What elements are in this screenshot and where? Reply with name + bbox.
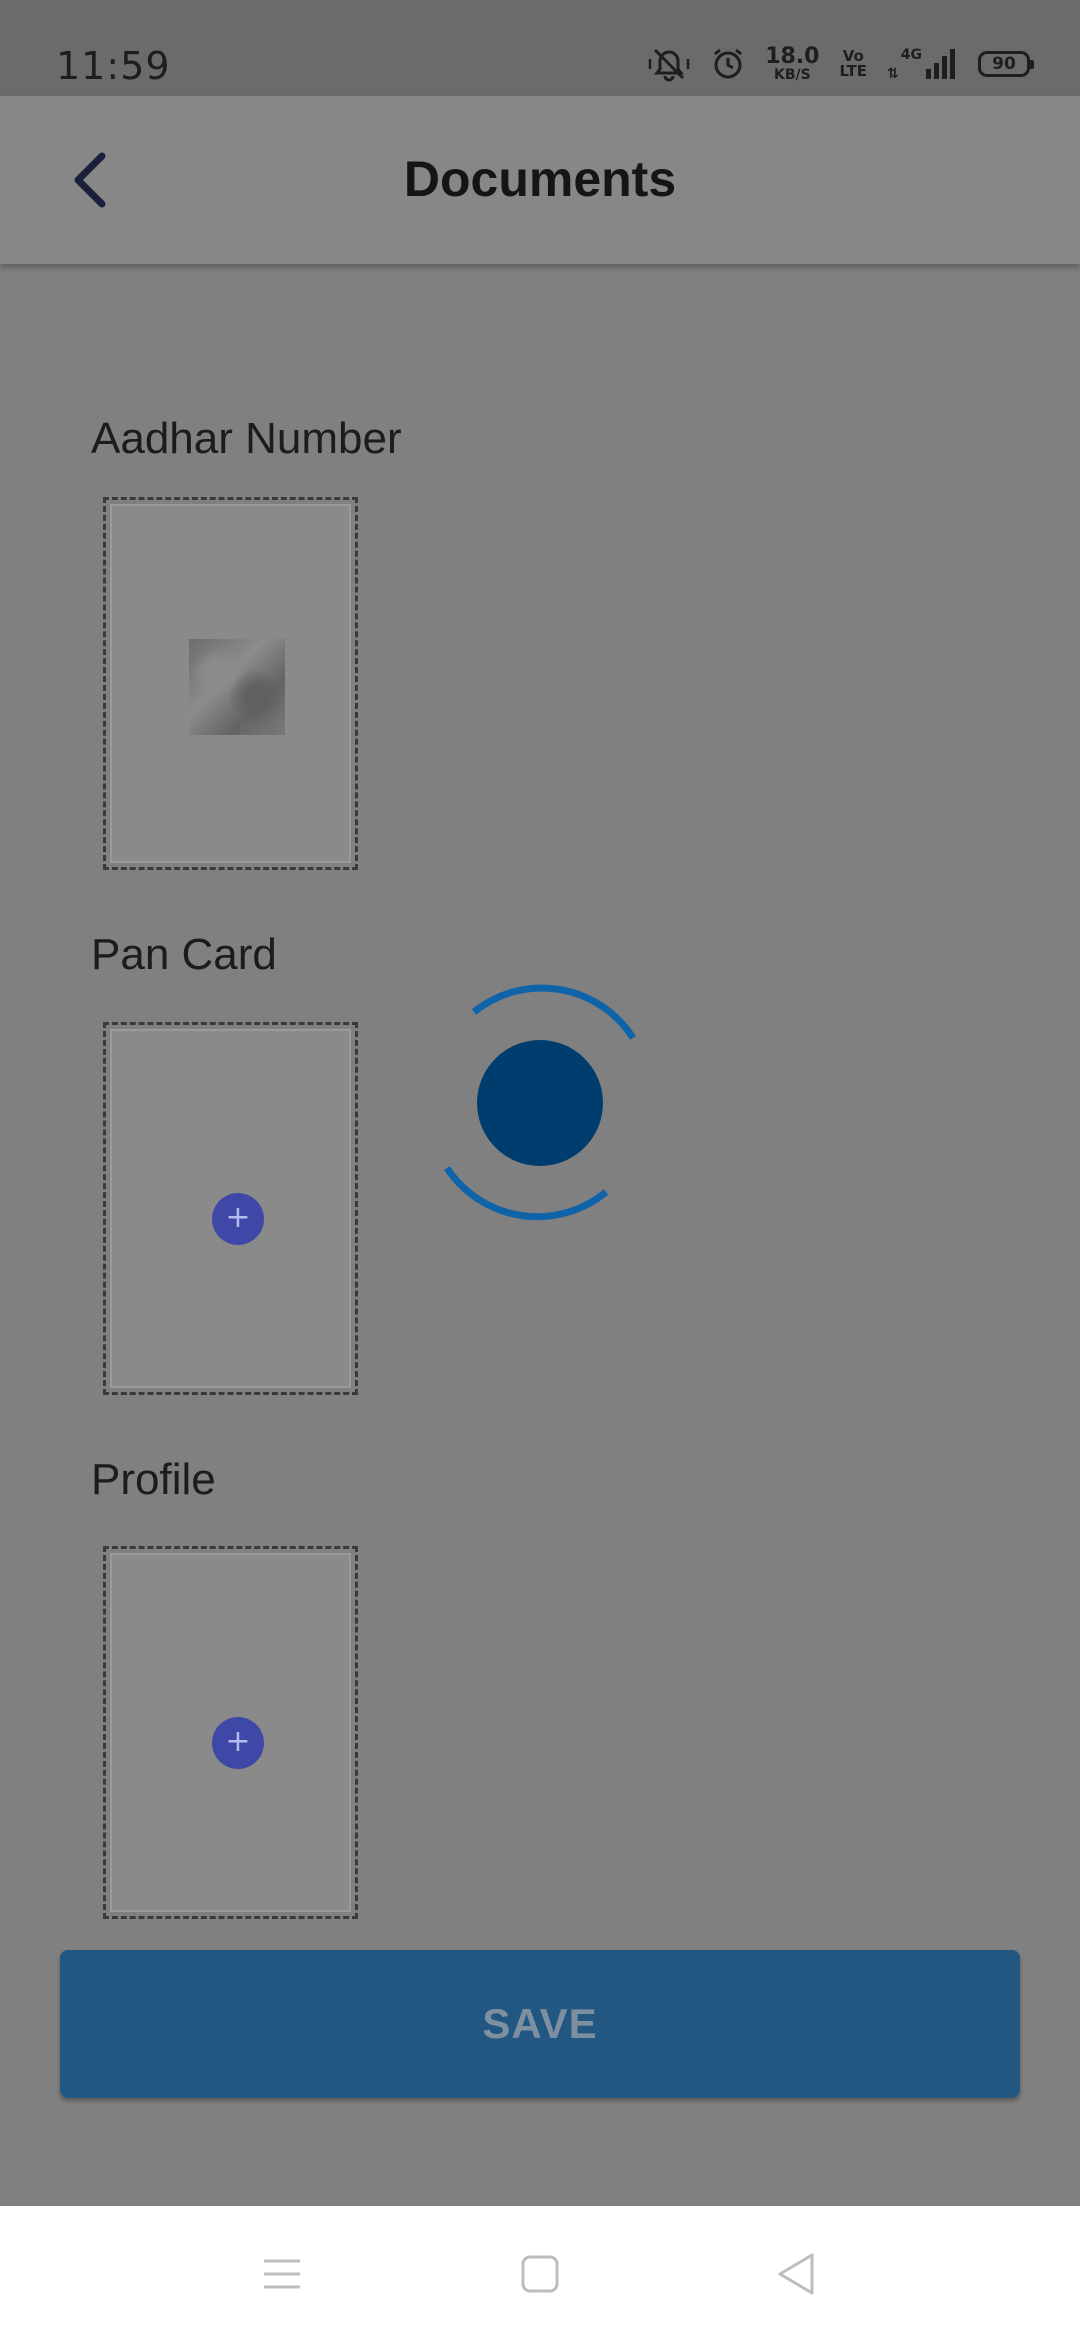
pan-card-label: Pan Card: [91, 930, 277, 979]
alarm-icon: [711, 47, 745, 81]
plus-icon: +: [225, 1724, 251, 1759]
vibrate-mute-icon: [647, 46, 691, 82]
battery-icon: 90: [978, 51, 1034, 77]
aadhar-upload-area: [110, 504, 351, 863]
profile-upload-box[interactable]: +: [103, 1546, 358, 1919]
status-time: 11:59: [56, 44, 171, 88]
profile-upload-area: +: [110, 1553, 351, 1912]
home-button[interactable]: [516, 2250, 564, 2298]
network-speed: 18.0 KB/S: [765, 44, 820, 83]
signal-bars-icon: ⇅ 4G: [887, 47, 958, 81]
plus-icon: +: [225, 1200, 251, 1235]
status-bar: 11:59 18.0 KB/S Vo LTE ⇅ 4G 90: [0, 0, 1080, 96]
menu-button[interactable]: [258, 2250, 306, 2298]
volte-bottom: LTE: [839, 62, 868, 80]
network-type: 4G: [900, 47, 922, 63]
pan-card-add-button[interactable]: +: [212, 1193, 264, 1245]
profile-label: Profile: [91, 1455, 216, 1504]
aadhar-image-thumbnail[interactable]: [189, 639, 285, 735]
pan-card-upload-area: +: [110, 1029, 351, 1388]
home-icon: [521, 2255, 559, 2293]
save-button[interactable]: SAVE: [60, 1950, 1020, 2098]
network-speed-value: 18.0: [765, 44, 820, 69]
pan-card-upload-box[interactable]: +: [103, 1022, 358, 1395]
aadhar-label: Aadhar Number: [91, 414, 402, 463]
loading-spinner-icon: [444, 984, 636, 1221]
status-icons: 18.0 KB/S Vo LTE ⇅ 4G 90: [647, 42, 1034, 86]
aadhar-upload-box[interactable]: [103, 497, 358, 870]
profile-add-button[interactable]: +: [212, 1717, 264, 1769]
page-title: Documents: [403, 151, 677, 207]
network-speed-unit: KB/S: [773, 67, 811, 83]
battery-level: 90: [992, 54, 1016, 74]
volte-icon: Vo LTE: [839, 49, 867, 79]
system-nav-bar: [0, 2206, 1080, 2340]
app-bar: Documents: [0, 96, 1080, 264]
menu-icon: [264, 2259, 300, 2289]
back-nav-button[interactable]: [772, 2250, 820, 2298]
back-triangle-icon: [778, 2253, 814, 2295]
data-arrows-icon: ⇅: [887, 66, 899, 82]
